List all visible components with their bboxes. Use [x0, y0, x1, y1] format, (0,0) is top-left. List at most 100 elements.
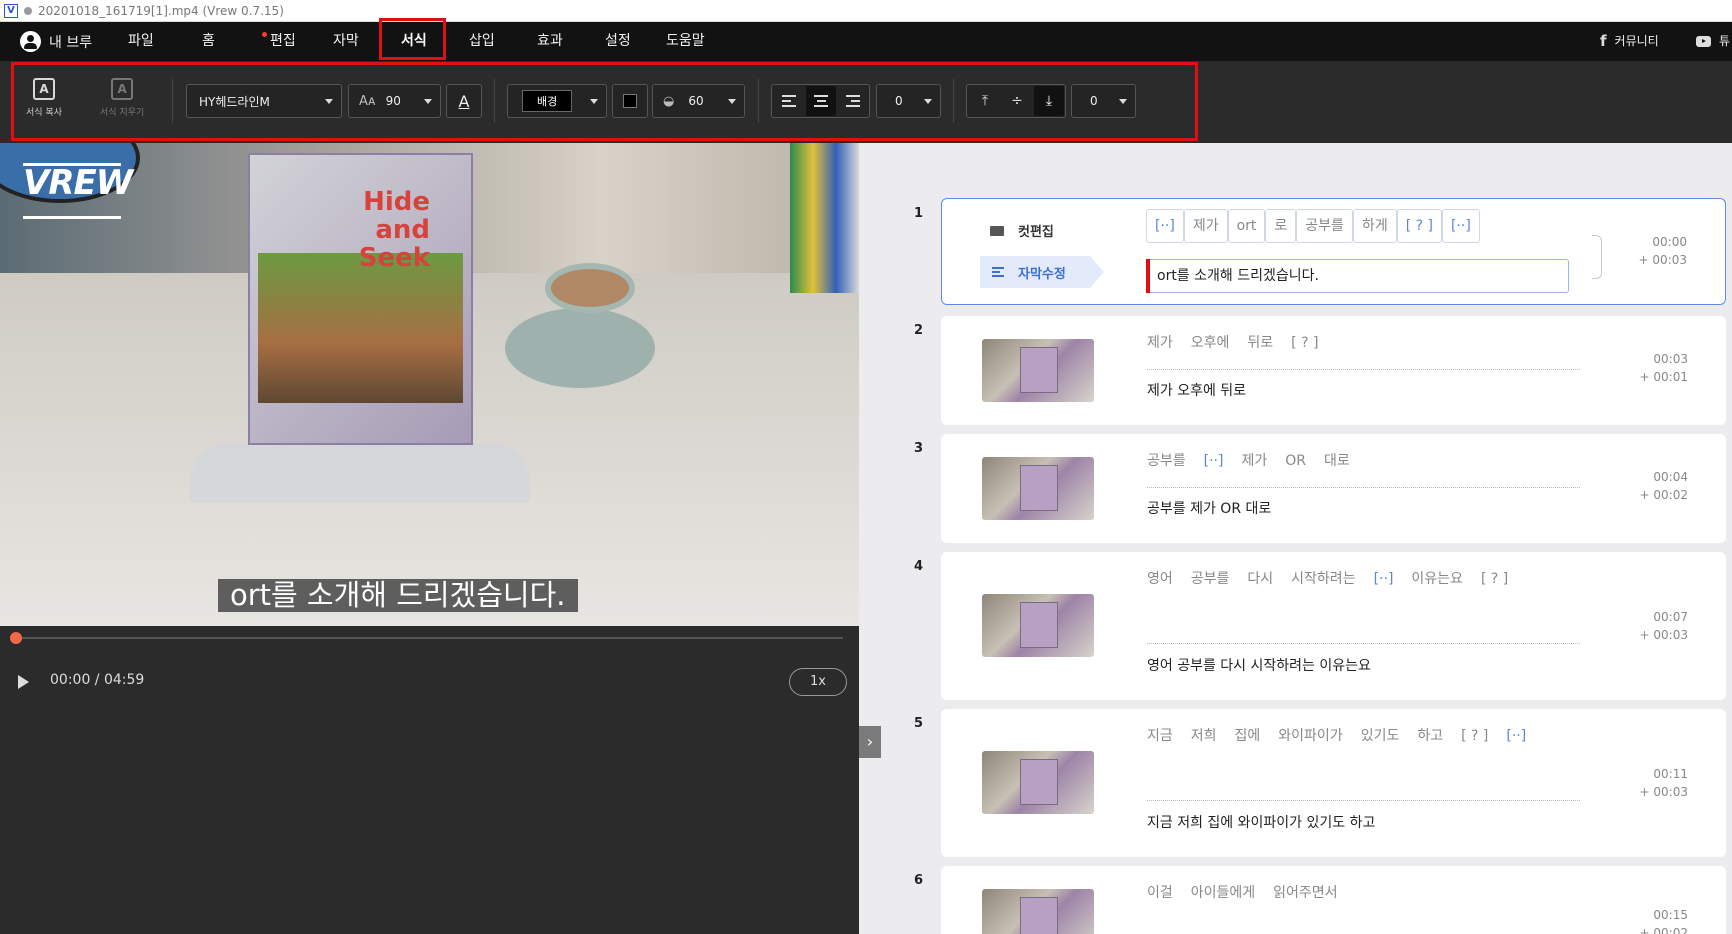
clip-number: 3: [914, 441, 924, 456]
title-bar: V 20201018_161719[1].mp4 (Vrew 0.7.15): [0, 0, 1732, 22]
word-chip[interactable]: 로: [1265, 209, 1297, 243]
clip-thumbnail[interactable]: [982, 751, 1094, 814]
clip-subtitle-text[interactable]: 지금 저희 집에 와이파이가 있기도 하고: [1147, 812, 1375, 832]
clip-thumbnail[interactable]: [982, 339, 1094, 402]
community-label: 커뮤니티: [1614, 34, 1659, 48]
word-chip[interactable]: ort: [1227, 209, 1266, 243]
word-chip[interactable]: [ ? ]: [1481, 568, 1508, 590]
word-chip[interactable]: [ ? ]: [1291, 332, 1318, 354]
menu-home[interactable]: 홈: [202, 22, 215, 61]
clip-duration: + 00:02: [1639, 488, 1688, 502]
word-chip[interactable]: 공부를: [1296, 209, 1353, 243]
word-chip[interactable]: OR: [1285, 450, 1306, 472]
clip-subtitle-text[interactable]: 영어 공부를 다시 시작하려는 이유는요: [1147, 655, 1371, 675]
lines-icon: [992, 265, 1004, 279]
clip-card-3[interactable]: 공부를 [··] 제가 OR 대로 공부를 제가 OR 대로 00:04 + 0…: [941, 434, 1726, 543]
clip-subtitle-text[interactable]: 제가 오후에 뒤로: [1147, 380, 1246, 400]
collapse-panel-chevron-icon[interactable]: ›: [859, 726, 881, 758]
subtitle-input[interactable]: ort를 소개해 드리겠습니다.: [1146, 259, 1569, 293]
coffee-cup-shape: [545, 263, 635, 313]
menu-settings[interactable]: 설정: [605, 22, 631, 61]
clip-start-time: 00:00: [1652, 235, 1687, 249]
book-illustration: [258, 253, 463, 403]
word-chip[interactable]: [··]: [1146, 209, 1184, 243]
word-row: 이걸 아이들에게 읽어주면서: [1147, 882, 1587, 904]
clip-card-5[interactable]: 지금 저희 집에 와이파이가 있기도 하고 [ ? ] [··] 지금 저희 집…: [941, 709, 1726, 857]
clip-link-icon[interactable]: [1592, 235, 1602, 279]
clip-thumbnail[interactable]: [982, 457, 1094, 520]
subtitle-edit-tab[interactable]: 자막수정: [980, 256, 1104, 288]
word-chip[interactable]: 아이들에게: [1191, 882, 1255, 904]
tutorial-link[interactable]: 튜: [1696, 22, 1730, 61]
word-chip[interactable]: 시작하려는: [1291, 568, 1355, 590]
video-preview[interactable]: Hide and Seek: [0, 143, 859, 626]
progress-knob[interactable]: [10, 632, 22, 644]
clip-thumbnail[interactable]: [982, 889, 1094, 934]
edit-notification-dot: [262, 32, 267, 37]
clip-card-1[interactable]: 컷편집 자막수정 [··] 제가 ort 로 공부를 하게 [ ? ] [··]…: [941, 198, 1726, 305]
word-row: 공부를 [··] 제가 OR 대로: [1147, 450, 1587, 472]
clip-card-6[interactable]: 이걸 아이들에게 읽어주면서 00:15 + 00:02: [941, 866, 1726, 934]
account-label: 내 브루: [49, 34, 93, 51]
word-chip[interactable]: 오후에: [1191, 332, 1230, 354]
menu-bar: 내 브루 파일 홈 편집 자막 서식 삽입 효과 설정 도움말 f 커뮤니티 튜: [0, 22, 1732, 61]
clip-duration: + 00:02: [1639, 926, 1688, 934]
account-menu[interactable]: 내 브루: [20, 31, 92, 52]
word-chip[interactable]: 저희: [1191, 725, 1217, 747]
clip-duration: + 00:01: [1639, 370, 1688, 384]
menu-help[interactable]: 도움말: [666, 22, 705, 61]
word-chip[interactable]: 읽어주면서: [1273, 882, 1337, 904]
clip-subtitle-text[interactable]: 공부를 제가 OR 대로: [1147, 498, 1271, 518]
cut-edit-tab[interactable]: 컷편집: [990, 221, 1054, 240]
clip-card-2[interactable]: 제가 오후에 뒤로 [ ? ] 제가 오후에 뒤로 00:03 + 00:01: [941, 316, 1726, 425]
word-chip[interactable]: 공부를: [1191, 568, 1230, 590]
clip-start-time: 00:11: [1653, 767, 1688, 781]
menu-subtitle[interactable]: 자막: [333, 22, 359, 61]
clip-number: 5: [914, 716, 924, 731]
menu-file[interactable]: 파일: [128, 22, 154, 61]
word-chip[interactable]: 하게: [1352, 209, 1397, 243]
word-chip[interactable]: 다시: [1247, 568, 1273, 590]
word-row: 지금 저희 집에 와이파이가 있기도 하고 [ ? ] [··]: [1147, 725, 1587, 747]
clip-duration: + 00:03: [1639, 628, 1688, 642]
word-chip[interactable]: 영어: [1147, 568, 1173, 590]
word-chip[interactable]: 있기도: [1361, 725, 1400, 747]
word-chip[interactable]: 제가: [1147, 332, 1173, 354]
word-chip[interactable]: [··]: [1441, 209, 1480, 243]
word-chip[interactable]: [ ? ]: [1396, 209, 1442, 243]
word-chip[interactable]: 뒤로: [1247, 332, 1273, 354]
playback-speed-button[interactable]: 1x: [789, 668, 847, 696]
word-chip[interactable]: 집에: [1235, 725, 1261, 747]
progress-bar[interactable]: [16, 637, 843, 639]
word-chip[interactable]: 이유는요: [1411, 568, 1463, 590]
word-chip[interactable]: 와이파이가: [1278, 725, 1342, 747]
word-row: 제가 오후에 뒤로 [ ? ]: [1147, 332, 1587, 354]
word-chip[interactable]: 제가: [1183, 209, 1228, 243]
book-title: Hide and Seek: [358, 187, 430, 273]
word-chip[interactable]: 하고: [1417, 725, 1443, 747]
word-chip[interactable]: [··]: [1506, 725, 1526, 747]
video-subtitle: ort를 소개해 드리겠습니다.: [218, 579, 578, 612]
facebook-icon: f: [1600, 32, 1607, 50]
toolbar-highlight: [11, 62, 1198, 141]
youtube-icon: [1696, 36, 1711, 47]
account-icon: [20, 31, 41, 52]
clip-thumbnail[interactable]: [982, 594, 1094, 657]
word-chip[interactable]: 공부를: [1147, 450, 1186, 472]
word-chip[interactable]: 지금: [1147, 725, 1173, 747]
app-logo-icon: V: [4, 3, 18, 18]
word-chip[interactable]: 대로: [1324, 450, 1350, 472]
clip-card-4[interactable]: 영어 공부를 다시 시작하려는 [··] 이유는요 [ ? ] 영어 공부를 다…: [941, 552, 1726, 700]
play-icon[interactable]: [18, 675, 29, 689]
word-chip[interactable]: 제가: [1241, 450, 1267, 472]
community-link[interactable]: f 커뮤니티: [1600, 22, 1659, 61]
word-chip[interactable]: [ ? ]: [1461, 725, 1488, 747]
playback-time: 00:00 / 04:59: [50, 672, 145, 688]
word-chip[interactable]: 이걸: [1147, 882, 1173, 904]
menu-insert[interactable]: 삽입: [469, 22, 495, 61]
word-chip[interactable]: [··]: [1204, 450, 1224, 472]
clip-number: 6: [914, 873, 924, 888]
word-chip[interactable]: [··]: [1374, 568, 1394, 590]
menu-effects[interactable]: 효과: [537, 22, 563, 61]
menu-edit[interactable]: 편집: [270, 22, 296, 61]
